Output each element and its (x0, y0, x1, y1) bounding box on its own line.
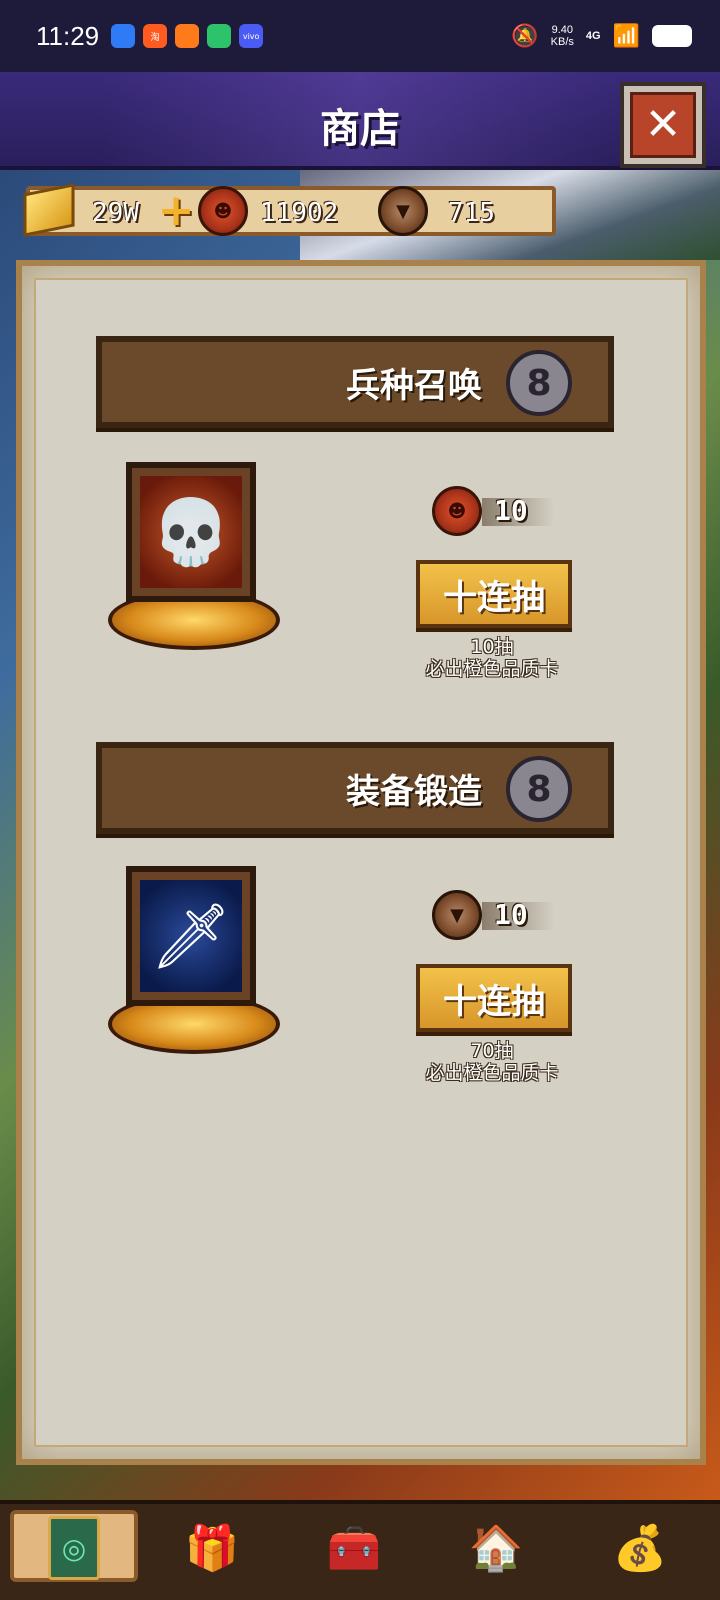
summon-cost: 10 (494, 494, 528, 527)
guarantee-note: 必出橙色品质卡 (425, 658, 559, 680)
guarantee-note: 必出橙色品质卡 (425, 1062, 559, 1084)
section-header-equipment-forge: 装备锻造 8 (96, 742, 614, 834)
forge-token-icon: ▼ (432, 890, 482, 940)
card-icon: ◎ (48, 1516, 100, 1580)
ten-draw-button-equipment[interactable]: 十连抽 (416, 964, 572, 1032)
equipment-card[interactable]: 🗡 (126, 866, 256, 1006)
sword-icon: 🗡 (140, 880, 242, 992)
gift-icon: 🎁 (184, 1523, 240, 1574)
shop-panel (16, 260, 706, 1465)
draw-note-equipment: 70抽 必出橙色品质卡 (392, 1040, 592, 1084)
summon-token-icon: ☻ (198, 186, 248, 236)
status-bar: 11:29 淘 vivo 🔕 9.40 KB/s 4G 📶 (0, 0, 720, 72)
section-title: 兵种召唤 (346, 365, 482, 406)
money-bag-icon: 💰 (612, 1523, 668, 1574)
taobao-icon: 淘 (143, 24, 168, 48)
video-app-icon (207, 24, 232, 48)
nav-item-vip[interactable]: 💰 (604, 1512, 676, 1584)
bottom-nav: ◎ 🎁 🧰 🏠 💰 (0, 1500, 720, 1600)
forge-cost: 10 (494, 898, 528, 931)
gold-amount: 29W (92, 198, 139, 228)
forge-token-amount: 715 (448, 198, 495, 228)
nav-item-cards[interactable]: ◎ (38, 1512, 110, 1584)
section-title: 装备锻造 (346, 771, 482, 812)
net-speed-unit: KB/s (550, 36, 574, 48)
draw-count-note: 10抽 (470, 636, 514, 658)
panel-inner (34, 278, 688, 1447)
nav-item-gift[interactable]: 🎁 (176, 1512, 248, 1584)
add-gold-button[interactable]: + (156, 189, 196, 233)
status-time: 11:29 (36, 20, 100, 51)
close-button[interactable]: ✕ (620, 82, 706, 168)
draw-count-note: 70抽 (470, 1040, 514, 1062)
unit-card[interactable]: 💀 (126, 462, 256, 602)
treasure-chest-icon: 🧰 (326, 1523, 382, 1574)
battery-icon (652, 25, 692, 47)
wifi-icon: 📶 (612, 23, 640, 49)
summon-token-amount: 11902 (260, 198, 339, 228)
nav-item-house[interactable]: 🏠 (460, 1512, 532, 1584)
notification-icons: 淘 vivo (111, 24, 264, 48)
vivo-icon: vivo (239, 24, 264, 48)
net-speed-value: 9.40 (551, 24, 573, 36)
info-badge-icon[interactable]: 8 (506, 756, 572, 822)
summon-token-icon: ☻ (432, 486, 482, 536)
page-title: 商店 (320, 106, 400, 152)
info-badge-icon[interactable]: 8 (506, 350, 572, 416)
nav-item-chest[interactable]: 🧰 (318, 1512, 390, 1584)
app-notification-icon (175, 24, 200, 48)
section-header-unit-summon: 兵种召唤 8 (96, 336, 614, 428)
house-icon: 🏠 (468, 1523, 524, 1574)
skeleton-icon: 💀 (140, 476, 242, 588)
ten-draw-button-unit[interactable]: 十连抽 (416, 560, 572, 628)
draw-note-unit: 10抽 必出橙色品质卡 (392, 636, 592, 680)
app-notification-icon (111, 24, 136, 48)
status-indicators: 🔕 9.40 KB/s 4G 📶 (511, 24, 692, 49)
network-type: 4G (585, 30, 601, 42)
forge-token-icon: ▼ (378, 186, 428, 236)
net-speed: 9.40 KB/s (551, 24, 574, 48)
mute-icon: 🔕 (511, 23, 539, 49)
title-bar: 商店 ✕ (0, 72, 720, 170)
close-icon: ✕ (630, 92, 696, 158)
